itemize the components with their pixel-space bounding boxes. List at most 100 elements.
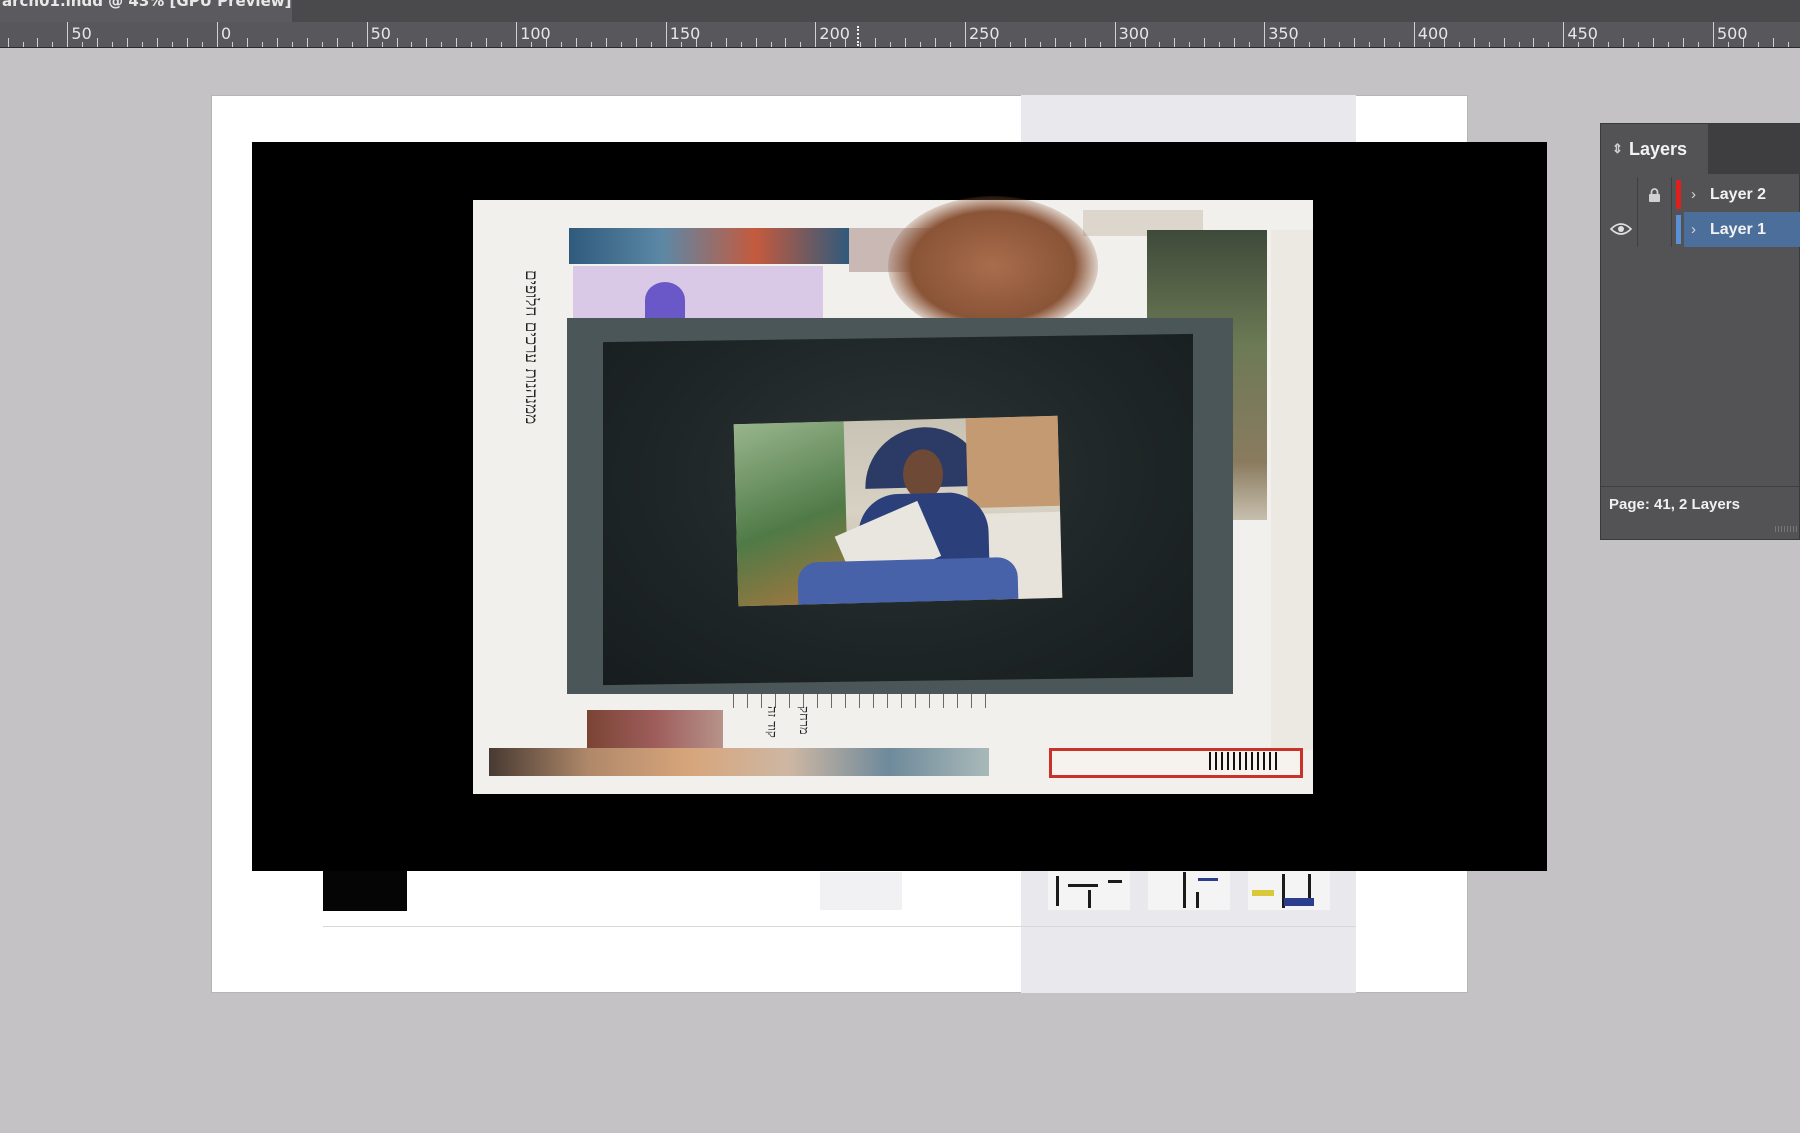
ruler-tick — [1189, 42, 1191, 47]
ruler-tick — [1533, 38, 1535, 47]
ruler-tick — [187, 38, 189, 47]
ruler-tick — [1099, 42, 1101, 47]
hand-in-frame — [888, 196, 1098, 336]
ruler-tick — [1204, 38, 1206, 47]
collage-vertical-text: ממנהנות ערכים חלופים — [521, 270, 541, 425]
ruler-tick — [157, 38, 159, 47]
lock-icon — [1649, 188, 1660, 202]
ruler-tick — [37, 38, 39, 47]
collage-vertical-text: מרחק — [796, 706, 811, 735]
chevron-right-icon[interactable]: › — [1691, 177, 1696, 212]
ruler-tick — [1623, 38, 1625, 47]
ruler-tick — [1324, 38, 1326, 47]
ruler-tick — [1219, 42, 1221, 47]
ruler-tick — [112, 42, 114, 47]
thumbnail-image[interactable] — [1148, 870, 1230, 910]
layer-row-layer-1[interactable]: › Layer 1 — [1601, 212, 1800, 247]
ruler-tick — [800, 42, 802, 47]
layers-panel-footer: Page: 41, 2 Layers — [1601, 486, 1800, 541]
page-margin-guide — [323, 926, 1356, 927]
ruler-tick — [1249, 42, 1251, 47]
ruler-tick — [725, 38, 727, 47]
layer-name[interactable]: Layer 2 — [1710, 177, 1766, 212]
ruler-tick — [1518, 42, 1520, 47]
ruler-tick — [1039, 42, 1041, 47]
ruler-tick — [1114, 22, 1116, 47]
ruler-tick — [1638, 42, 1640, 47]
ruler-label: 400 — [1417, 24, 1449, 43]
layer-color-swatch — [1676, 215, 1681, 244]
ruler-tick — [1413, 22, 1415, 47]
layers-tab[interactable]: ⇕ Layers — [1601, 124, 1708, 174]
ruler-tick — [1309, 42, 1311, 47]
ruler-tick — [1548, 42, 1550, 47]
ruler-tick — [411, 42, 413, 47]
ruler-tick — [710, 42, 712, 47]
ruler-tick — [1009, 42, 1011, 47]
black-rectangle-frame[interactable] — [323, 869, 407, 911]
ruler-tick — [965, 22, 966, 47]
ruler-tick — [620, 42, 622, 47]
light-rectangle-frame[interactable] — [820, 872, 902, 910]
layer-name[interactable]: Layer 1 — [1710, 212, 1766, 247]
ruler-label: 250 — [969, 24, 1000, 43]
ruler-tick — [1174, 38, 1176, 47]
ruler-tick — [321, 42, 323, 47]
horizontal-ruler[interactable]: 50 0 50 100 150 200 250 300 350 400 450 500 — [0, 22, 1800, 48]
ruler-label: 50 — [71, 24, 92, 43]
ruler-tick — [1787, 42, 1789, 47]
ruler-tick — [426, 38, 428, 47]
ruler-tick — [516, 22, 518, 47]
ruler-tick — [471, 42, 473, 47]
ruler-tick — [1488, 42, 1490, 47]
eye-icon — [1610, 223, 1632, 235]
ruler-label: 50 — [370, 24, 391, 43]
ruler-tick — [1683, 38, 1685, 47]
ruler-cursor-indicator — [857, 26, 859, 46]
ruler-tick — [336, 38, 338, 47]
ruler-tick — [576, 38, 578, 47]
ruler-tick — [1234, 38, 1236, 47]
ruler-tick — [1473, 38, 1475, 47]
layer-row-layer-2[interactable]: › Layer 2 — [1601, 177, 1800, 212]
document-tab-label: arch01.indd @ 43% [GPU Preview] — [2, 0, 292, 10]
ruler-tick — [261, 42, 263, 47]
lock-toggle[interactable] — [1638, 212, 1672, 247]
ruler-tick — [561, 42, 563, 47]
ruler-tick — [1398, 42, 1400, 47]
layers-tab-label: Layers — [1629, 139, 1688, 159]
ruler-tick — [67, 22, 69, 47]
ruler-tick — [1668, 42, 1670, 47]
layers-panel: ⇕ Layers › Layer 2 › Layer 1 Page: 41, 2… — [1600, 123, 1800, 540]
ruler-tick — [306, 38, 308, 47]
ruler-label: 450 — [1567, 24, 1598, 43]
ruler-tick — [396, 38, 398, 47]
ruler-tick — [291, 42, 293, 47]
ruler-tick — [52, 42, 54, 47]
ruler-tick — [935, 38, 937, 47]
ruler-tick — [815, 22, 817, 47]
ruler-tick — [501, 42, 503, 47]
ruler-tick — [1084, 38, 1086, 47]
ruler-label: 200 — [819, 24, 850, 43]
page-layer-count: Page: 41, 2 Layers — [1609, 496, 1740, 513]
lock-toggle[interactable] — [1638, 177, 1672, 212]
ruler-tick — [217, 22, 218, 47]
video-call-thumbnail — [733, 415, 1063, 607]
ruler-tick — [441, 42, 443, 47]
visibility-toggle[interactable] — [1601, 177, 1638, 212]
ruler-tick — [650, 42, 652, 47]
ruler-tick — [351, 42, 353, 47]
visibility-toggle[interactable] — [1601, 212, 1638, 247]
ruler-label: 150 — [669, 24, 701, 43]
ruler-tick — [1383, 38, 1385, 47]
ruler-tick — [1353, 38, 1355, 47]
thumbnail-image[interactable] — [1048, 870, 1130, 910]
chevron-right-icon[interactable]: › — [1691, 212, 1696, 247]
ruler-label: 100 — [520, 24, 551, 43]
ruler-tick — [605, 38, 607, 47]
resize-grip[interactable] — [1775, 526, 1799, 532]
thumbnail-image[interactable] — [1248, 870, 1330, 910]
ruler-tick — [172, 42, 174, 47]
document-tab[interactable]: arch01.indd @ 43% [GPU Preview] — [0, 0, 292, 22]
